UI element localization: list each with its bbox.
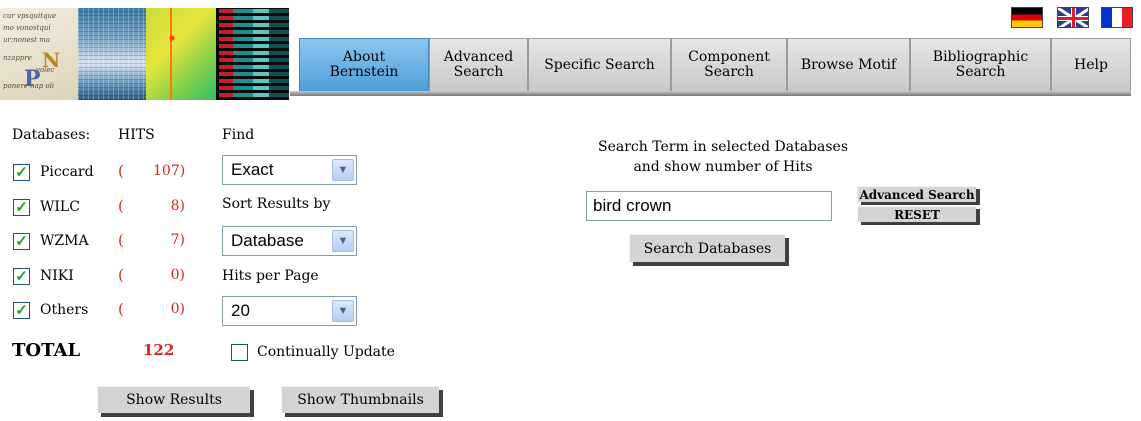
checkbox-piccard[interactable]: ✓ <box>13 164 30 181</box>
checkbox-others[interactable]: ✓ <box>13 302 30 319</box>
chevron-down-icon[interactable]: ▼ <box>332 300 354 322</box>
reset-button[interactable]: RESET <box>857 206 976 222</box>
hits-open-paren: ( <box>118 300 124 318</box>
continually-update-checkbox[interactable] <box>231 344 248 361</box>
total-label: TOTAL <box>12 340 81 361</box>
search-heading-line1: Search Term in selected Databases <box>598 139 849 155</box>
database-name: Others <box>40 302 89 318</box>
search-heading-line2: and show number of Hits <box>633 159 813 175</box>
find-select[interactable]: Exact ▼ <box>222 155 357 185</box>
tab-specific-search[interactable]: Specific Search <box>528 38 671 92</box>
check-icon: ✓ <box>15 198 28 216</box>
check-icon: ✓ <box>15 163 28 181</box>
checkbox-wzma[interactable]: ✓ <box>13 233 30 250</box>
manuscript-line: ur:nonest ma <box>3 36 51 44</box>
tab-component-search[interactable]: Component Search <box>671 38 787 92</box>
manuscript-line: mo vonostqui <box>3 24 51 32</box>
tab-label: Advanced Search <box>443 49 514 80</box>
tab-label: About Bernstein <box>329 49 399 80</box>
french-flag-icon[interactable] <box>1101 7 1133 28</box>
database-name: NIKI <box>40 268 74 284</box>
banner-initial-p: P <box>24 66 41 92</box>
hits-open-paren: ( <box>118 266 124 284</box>
tab-bibliographic-search[interactable]: Bibliographic Search <box>910 38 1051 92</box>
header-banner: cur vpsquitque mo vonostqui ur:nonest ma… <box>0 8 289 100</box>
sort-select[interactable]: Database ▼ <box>222 226 357 256</box>
banner-manuscript-image: cur vpsquitque mo vonostqui ur:nonest ma… <box>0 8 78 100</box>
hits-open-paren: ( <box>118 197 124 215</box>
show-results-button[interactable]: Show Results <box>97 386 250 413</box>
tab-label: Help <box>1074 56 1108 73</box>
databases-label: Databases: <box>12 127 91 143</box>
chevron-down-icon[interactable]: ▼ <box>332 230 354 252</box>
checkbox-wilc[interactable]: ✓ <box>13 199 30 216</box>
hits-count: 0) <box>170 267 185 283</box>
hits-count: 107) <box>153 163 186 179</box>
total-hits: 122 <box>143 341 175 359</box>
tab-advanced-search[interactable]: Advanced Search <box>429 38 528 92</box>
checkbox-niki[interactable]: ✓ <box>13 268 30 285</box>
tab-about-bernstein[interactable]: About Bernstein <box>299 38 429 92</box>
check-icon: ✓ <box>15 232 28 250</box>
hits-per-page-select[interactable]: 20 ▼ <box>222 296 357 326</box>
nav-underline <box>290 91 1131 96</box>
select-value: 20 <box>231 301 250 320</box>
manuscript-line: cur vpsquitque <box>3 12 57 20</box>
select-value: Exact <box>231 160 274 179</box>
hits-header: HITS <box>118 127 155 143</box>
tab-browse-motif[interactable]: Browse Motif <box>787 38 910 92</box>
sort-label: Sort Results by <box>222 196 331 212</box>
find-label: Find <box>222 127 255 143</box>
database-name: WZMA <box>40 233 89 249</box>
check-icon: ✓ <box>15 267 28 285</box>
tab-label: Browse Motif <box>800 56 897 73</box>
search-databases-button[interactable]: Search Databases <box>629 234 785 262</box>
tab-label: Specific Search <box>544 56 655 73</box>
select-value: Database <box>231 231 304 250</box>
uk-flag-icon[interactable] <box>1057 7 1089 28</box>
show-thumbnails-button[interactable]: Show Thumbnails <box>281 386 439 413</box>
banner-waveform-image <box>216 8 289 100</box>
hits-open-paren: ( <box>118 162 124 180</box>
hits-per-page-label: Hits per Page <box>222 268 319 284</box>
banner-paper-texture-image <box>78 8 146 100</box>
database-name: WILC <box>40 199 80 215</box>
advanced-search-button[interactable]: Advanced Search <box>857 186 976 202</box>
hits-count: 0) <box>170 301 185 317</box>
chevron-down-icon[interactable]: ▼ <box>332 159 354 181</box>
banner-initial-n: N <box>42 48 61 72</box>
tab-label: Component Search <box>688 49 770 80</box>
hits-open-paren: ( <box>118 231 124 249</box>
hits-count: 8) <box>170 198 185 214</box>
hits-count: 7) <box>170 232 185 248</box>
tab-label: Bibliographic Search <box>932 49 1029 80</box>
tab-help[interactable]: Help <box>1051 38 1131 92</box>
search-input[interactable] <box>586 191 832 221</box>
database-name: Piccard <box>40 164 94 180</box>
german-flag-icon[interactable] <box>1011 7 1043 28</box>
banner-spectrum-image <box>146 8 216 100</box>
manuscript-line: nzappre <box>3 54 32 62</box>
continually-update-label: Continually Update <box>257 344 395 360</box>
check-icon: ✓ <box>15 301 28 319</box>
